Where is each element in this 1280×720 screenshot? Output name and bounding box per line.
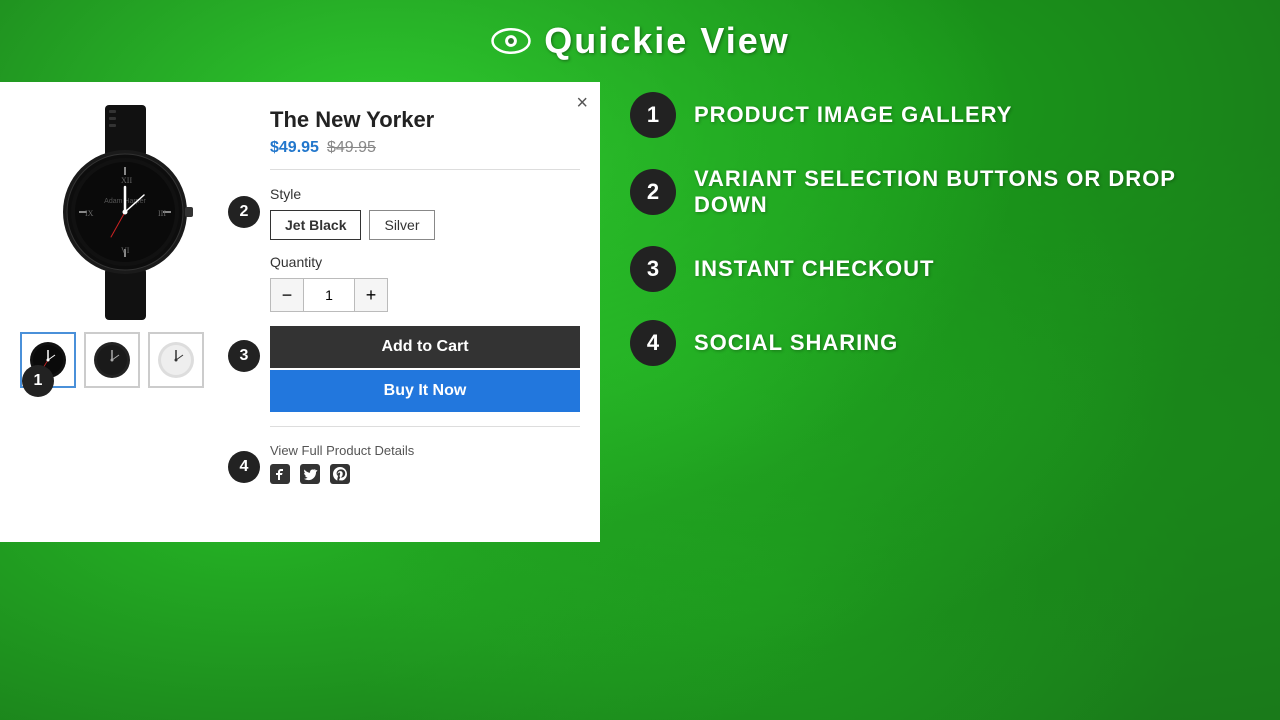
feature-text-2: VARIANT SELECTION BUTTONS OR DROP DOWN [694,166,1250,218]
pinterest-icon[interactable] [330,464,350,489]
feature-badge-2: 2 [630,169,676,215]
social-icons [270,464,580,489]
twitter-icon[interactable] [300,464,320,489]
original-price: $49.95 [327,139,376,157]
header: Quickie View [0,0,1280,82]
view-full-link[interactable]: View Full Product Details [270,443,580,458]
quantity-decrease[interactable]: − [270,278,304,312]
social-section: 4 View Full Product Details [270,443,580,489]
svg-text:XII: XII [121,176,132,185]
product-details: The New Yorker $49.95 $49.95 2 Style Jet… [270,102,580,489]
image-badge: 1 [22,365,54,397]
watch-image-main: XII III VI IX Adam Harper [33,105,218,320]
thumbnail-strip [20,332,250,388]
feature-text-4: SOCIAL SHARING [694,330,898,356]
sale-price: $49.95 [270,139,319,157]
style-label: Style [270,186,580,202]
price-row: $49.95 $49.95 [270,139,580,157]
quantity-input[interactable] [304,278,354,312]
divider-1 [270,169,580,170]
product-title: The New Yorker [270,107,580,133]
style-buttons: Jet Black Silver [270,210,580,240]
feature-badge-4: 4 [630,320,676,366]
main-product-image: XII III VI IX Adam Harper [20,102,230,322]
divider-2 [270,426,580,427]
features-panel: 1 PRODUCT IMAGE GALLERY 2 VARIANT SELECT… [600,82,1280,542]
style-jet-black[interactable]: Jet Black [270,210,361,240]
quantity-increase[interactable]: + [354,278,388,312]
feature-badge-1: 1 [630,92,676,138]
feature-item-2: 2 VARIANT SELECTION BUTTONS OR DROP DOWN [630,166,1250,218]
buy-now-button[interactable]: Buy It Now [270,370,580,412]
svg-text:III: III [158,209,166,218]
thumbnail-3[interactable] [148,332,204,388]
app-title: Quickie View [544,20,789,62]
social-badge: 4 [228,451,260,483]
image-section: 1 [20,102,250,489]
variant-badge: 2 [228,196,260,228]
feature-text-3: INSTANT CHECKOUT [694,256,934,282]
main-layout: × 1 [0,82,1280,542]
add-to-cart-button[interactable]: Add to Cart [270,326,580,368]
feature-badge-3: 3 [630,246,676,292]
thumbnail-2[interactable] [84,332,140,388]
action-buttons: 3 Add to Cart Buy It Now [270,326,580,412]
feature-item-3: 3 INSTANT CHECKOUT [630,246,1250,292]
quantity-row: − + [270,278,580,312]
style-silver[interactable]: Silver [369,210,434,240]
svg-text:VI: VI [121,246,130,255]
eye-icon [490,20,532,62]
product-modal: × 1 [0,82,600,542]
feature-item-1: 1 PRODUCT IMAGE GALLERY [630,92,1250,138]
close-button[interactable]: × [576,92,588,115]
svg-text:IX: IX [85,209,94,218]
checkout-badge: 3 [228,340,260,372]
feature-text-1: PRODUCT IMAGE GALLERY [694,102,1012,128]
quantity-label: Quantity [270,254,580,270]
feature-item-4: 4 SOCIAL SHARING [630,320,1250,366]
facebook-icon[interactable] [270,464,290,489]
